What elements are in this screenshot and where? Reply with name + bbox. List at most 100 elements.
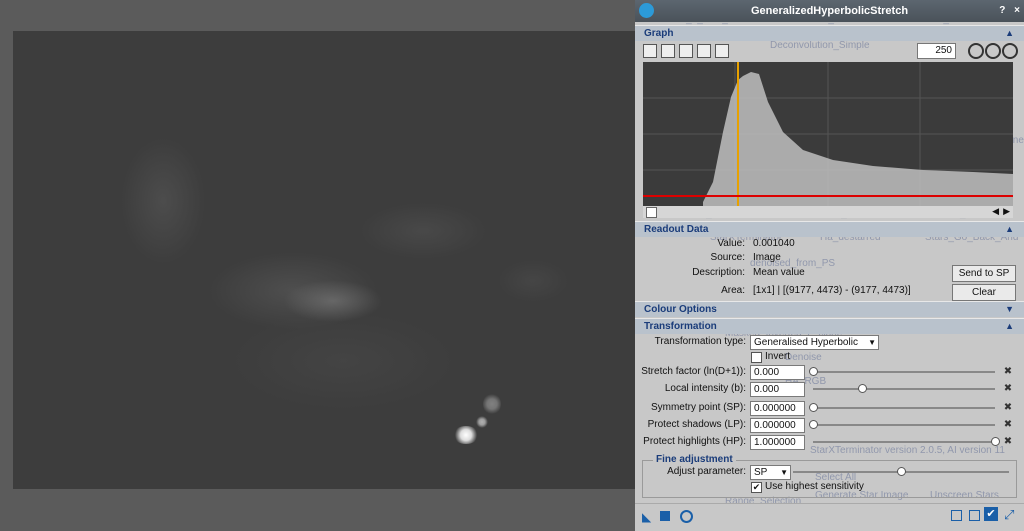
sensitivity-checkbox[interactable]: ✔ [751, 482, 762, 493]
bottom-toolbar: ◣ ✔ ⤢ [635, 503, 1024, 531]
readout-source-row: Source: Image [635, 251, 1024, 265]
sensitivity-label: Use highest sensitivity [765, 481, 864, 492]
graph-scroll-handle[interactable] [646, 207, 657, 218]
section-graph-title: Graph [644, 28, 674, 39]
parameter-row: Symmetry point (SP): 0.000000 ✖ [635, 401, 1024, 416]
parameter-slider[interactable] [813, 441, 995, 443]
fine-adjustment-group: Fine adjustment Adjust parameter: SP ▼ ✔… [642, 454, 1017, 498]
readout-value: 0.001040 [753, 238, 795, 249]
fine-adjustment-title: Fine adjustment [653, 454, 736, 465]
parameter-slider-knob[interactable] [809, 367, 818, 376]
new-instance-icon[interactable]: ◣ [642, 510, 651, 524]
fine-adjust-slider-knob[interactable] [897, 467, 906, 476]
readout-description: Mean value [753, 267, 805, 278]
parameter-input[interactable]: 0.000000 [750, 401, 805, 416]
window-title: GeneralizedHyperbolicStretch [750, 5, 909, 17]
curve-icon[interactable] [679, 44, 693, 58]
transformation-type-label: Transformation type: [654, 336, 746, 347]
scroll-right-icon[interactable]: ▶ [1003, 206, 1010, 217]
bright-star [453, 426, 479, 444]
section-readout-header[interactable]: Readout Data ▲ [635, 221, 1024, 237]
parameter-input[interactable]: 1.000000 [750, 435, 805, 450]
pixinsight-logo-icon [639, 3, 654, 18]
collapse-icon[interactable]: ▲ [1005, 26, 1014, 41]
zoom-reset-icon[interactable] [1002, 43, 1018, 59]
parameter-slider[interactable] [813, 371, 995, 373]
apply-global-icon[interactable] [660, 511, 670, 521]
reset-parameter-icon[interactable]: ✖ [1002, 402, 1014, 414]
graph-toolbar: 250 [635, 41, 1024, 61]
parameter-input[interactable]: 0.000000 [750, 418, 805, 433]
reset-parameter-icon[interactable]: ✖ [1002, 366, 1014, 378]
parameter-slider[interactable] [813, 424, 995, 426]
section-readout-title: Readout Data [644, 224, 709, 235]
collapse-icon[interactable]: ▲ [1005, 222, 1014, 237]
readout-description-label: Description: [692, 267, 745, 278]
parameter-input[interactable]: 0.000 [750, 382, 805, 397]
invert-checkbox[interactable] [751, 352, 762, 363]
parameter-slider-knob[interactable] [809, 420, 818, 429]
graph-scrollbar[interactable]: ◀ ▶ [643, 206, 1013, 218]
readout-source-label: Source: [710, 252, 745, 263]
parameter-input[interactable]: 0.000 [750, 365, 805, 380]
transformation-type-select[interactable]: Generalised Hyperbolic ▼ [750, 335, 879, 350]
adjust-parameter-select[interactable]: SP ▼ [750, 465, 791, 480]
expand-window-icon[interactable]: ⤢ [1004, 507, 1014, 523]
chevron-down-icon: ▼ [868, 338, 876, 347]
parameter-label: Protect shadows (LP): [647, 419, 746, 430]
parameter-slider[interactable] [813, 407, 995, 409]
parameter-row: Local intensity (b): 0.000 ✖ [635, 382, 1024, 397]
linear-graph-icon[interactable] [643, 44, 657, 58]
browse-documentation-icon[interactable] [951, 510, 962, 521]
parameter-label: Stretch factor (ln(D+1)): [641, 366, 746, 377]
scroll-left-icon[interactable]: ◀ [992, 206, 999, 217]
parameter-label: Protect highlights (HP): [643, 436, 746, 447]
sensitivity-row: ✔ Use highest sensitivity [643, 480, 1016, 494]
adjust-parameter-label: Adjust parameter: [667, 466, 746, 477]
histogram-icon[interactable] [661, 44, 675, 58]
parameter-slider[interactable] [813, 388, 995, 390]
section-transformation-header[interactable]: Transformation ▲ [635, 318, 1024, 334]
invert-row: Invert [635, 350, 1024, 364]
reset-icon[interactable] [969, 510, 980, 521]
reset-parameter-icon[interactable]: ✖ [1002, 436, 1014, 448]
histogram-svg [643, 62, 1013, 206]
clear-button[interactable]: Clear [952, 284, 1016, 301]
zoom-in-icon[interactable] [968, 43, 984, 59]
ok-check-icon[interactable]: ✔ [984, 507, 998, 521]
window-titlebar[interactable]: GeneralizedHyperbolicStretch ? × [635, 0, 1024, 22]
reset-parameter-icon[interactable]: ✖ [1002, 383, 1014, 395]
section-colour-header[interactable]: Colour Options ▼ [635, 301, 1024, 317]
chevron-down-icon: ▼ [780, 468, 788, 477]
adjust-parameter-row: Adjust parameter: SP ▼ [643, 465, 1016, 480]
faint-star [476, 416, 488, 428]
parameter-slider-knob[interactable] [858, 384, 868, 393]
expand-icon[interactable]: ▼ [1005, 302, 1014, 317]
faint-star [483, 393, 501, 415]
parameter-slider-knob[interactable] [991, 437, 1000, 446]
send-to-sp-button[interactable]: Send to SP [952, 265, 1016, 282]
grid-icon[interactable] [697, 44, 711, 58]
help-button[interactable]: ? [999, 5, 1005, 16]
invert-label: Invert [765, 351, 791, 362]
readout-value-label: Value: [717, 238, 745, 249]
collapse-icon[interactable]: ▲ [1005, 319, 1014, 334]
section-colour-title: Colour Options [644, 304, 717, 315]
graph-zoom-input[interactable]: 250 [917, 43, 956, 59]
section-transformation-title: Transformation [644, 321, 717, 332]
parameter-slider-knob[interactable] [809, 403, 818, 412]
ghs-process-window: 10_1_PSF_Deconvolution Star_Mask Star_Ma… [635, 0, 1024, 531]
zoom-out-icon[interactable] [985, 43, 1001, 59]
image-view[interactable] [13, 31, 635, 489]
close-button[interactable]: × [1014, 5, 1020, 16]
adjust-parameter-value: SP [754, 467, 768, 478]
reset-parameter-icon[interactable]: ✖ [1002, 419, 1014, 431]
parameter-label: Local intensity (b): [664, 383, 746, 394]
real-time-preview-icon[interactable] [680, 510, 693, 523]
section-graph-header[interactable]: Graph ▲ [635, 25, 1024, 41]
parameter-row: Protect highlights (HP): 1.000000 ✖ [635, 435, 1024, 450]
histogram-graph[interactable] [643, 62, 1013, 206]
transformation-type-value: Generalised Hyperbolic [754, 337, 858, 348]
log-graph-icon[interactable] [715, 44, 729, 58]
readout-source: Image [753, 252, 781, 263]
